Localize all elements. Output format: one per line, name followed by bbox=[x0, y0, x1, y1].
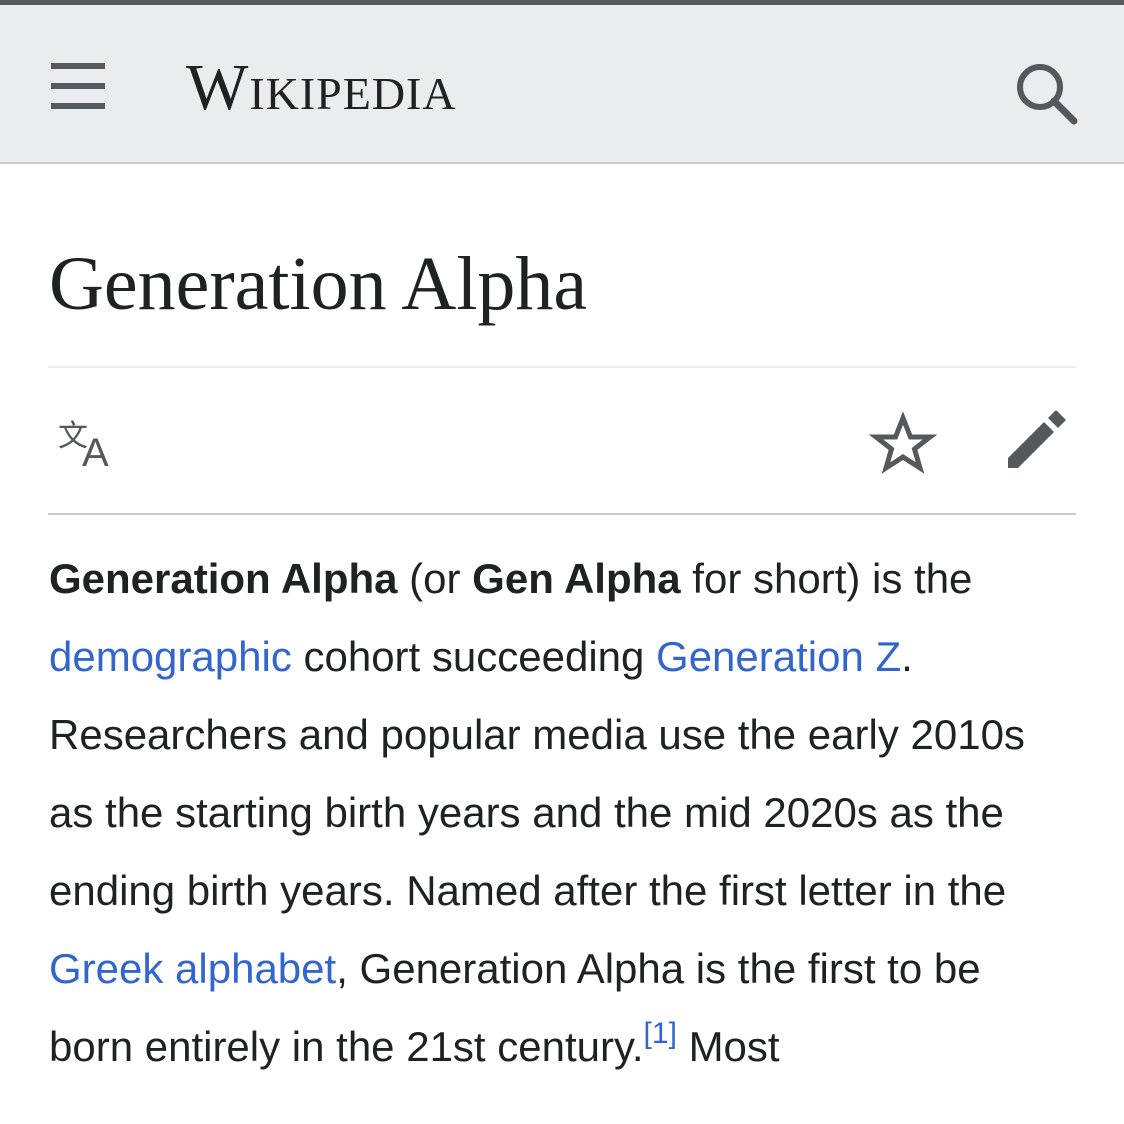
menu-bar-middle bbox=[51, 83, 105, 89]
edit-button[interactable] bbox=[1000, 406, 1070, 476]
bold-term: Generation Alpha bbox=[49, 555, 398, 602]
title-divider bbox=[48, 366, 1076, 368]
link-generation-z[interactable]: Generation Z bbox=[656, 633, 901, 680]
text-segment: (or bbox=[397, 555, 473, 602]
text-segment: for short) is the bbox=[680, 555, 973, 602]
reference-link[interactable]: [1] bbox=[644, 1017, 677, 1050]
star-icon bbox=[868, 411, 938, 474]
text-segment: cohort succeeding bbox=[291, 633, 657, 680]
search-icon bbox=[1017, 64, 1078, 125]
link-demographic[interactable]: demographic bbox=[49, 633, 292, 680]
bold-term: Gen Alpha bbox=[472, 555, 681, 602]
menu-bar-top bbox=[51, 63, 105, 69]
svg-text:A: A bbox=[82, 431, 109, 472]
wikipedia-wordmark[interactable]: Wikipedia bbox=[186, 53, 457, 123]
article-lead-paragraph: Generation Alpha (or Gen Alpha for short… bbox=[49, 540, 1059, 1086]
watch-star-button[interactable] bbox=[868, 410, 938, 480]
text-segment: Most bbox=[676, 1023, 780, 1070]
language-button[interactable]: 文 A bbox=[56, 416, 126, 475]
site-header: Wikipedia bbox=[0, 5, 1124, 164]
link-greek-alphabet[interactable]: Greek alphabet bbox=[49, 945, 336, 992]
page-title: Generation Alpha bbox=[49, 242, 588, 326]
language-icon: 文 A bbox=[58, 419, 109, 475]
reference-marker[interactable]: [1] bbox=[644, 1017, 677, 1050]
pencil-icon bbox=[1008, 410, 1066, 468]
search-button[interactable] bbox=[1008, 55, 1084, 131]
menu-button[interactable] bbox=[40, 51, 116, 121]
menu-bar-bottom bbox=[51, 103, 105, 109]
actions-divider bbox=[48, 513, 1076, 515]
